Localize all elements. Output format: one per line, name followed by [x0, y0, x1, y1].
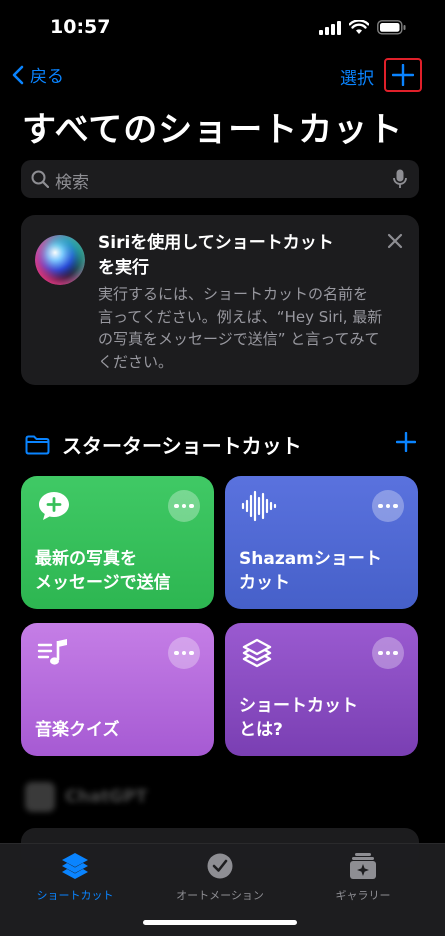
home-indicator[interactable] [143, 920, 297, 925]
music-list-icon [37, 639, 67, 665]
chevron-left-icon [12, 65, 24, 84]
shortcut-tile-send-latest-photo[interactable]: 最新の写真を メッセージで送信 [21, 476, 214, 609]
screen: 10:57 戻る 選択 すべてのショートカット 検索 Siriを使用してショート… [0, 0, 445, 936]
tile-label-line: ショートカット [239, 696, 358, 716]
tile-label-line: 最新の写真を [35, 549, 137, 569]
waveform-icon [241, 490, 277, 522]
tile-label: 最新の写真を メッセージで送信 [35, 547, 200, 595]
layers-icon [62, 853, 88, 879]
shortcut-tile-what-are-shortcuts[interactable]: ショートカット とは? [225, 623, 418, 756]
siri-tip-body: 実行するには、ショートカットの名前を 言ってください。例えば、“Hey Siri… [98, 283, 398, 373]
plus-icon [392, 64, 414, 86]
tile-label-line: メッセージで送信 [35, 573, 171, 593]
siri-tip-title: Siriを使用してショートカット を実行 [98, 231, 368, 281]
search-icon [31, 170, 49, 188]
siri-body-line: 言ってください。例えば、“Hey Siri, 最新 [98, 307, 383, 326]
tab-automation[interactable]: オートメーション [160, 852, 280, 903]
tab-gallery[interactable]: ギャラリー [303, 852, 423, 903]
siri-title-line: Siriを使用してショートカット [98, 233, 334, 253]
back-button[interactable]: 戻る [12, 62, 64, 87]
tile-label-line: 音楽クイズ [35, 720, 120, 740]
tab-label: ギャラリー [335, 889, 391, 902]
clock-check-icon [207, 853, 233, 879]
more-options-button[interactable] [168, 637, 200, 669]
page-title: すべてのショートカット [22, 110, 404, 150]
tile-label-line: カット [239, 573, 290, 593]
shortcut-tile-music-quiz[interactable]: 音楽クイズ [21, 623, 214, 756]
starter-shortcuts-header[interactable]: スターターショートカット [25, 430, 302, 459]
status-icons [319, 20, 407, 35]
more-options-button[interactable] [372, 490, 404, 522]
search-placeholder: 検索 [55, 173, 89, 193]
shortcuts-layers-icon [242, 638, 272, 668]
siri-body-line: の写真をメッセージで送信” と言ってみて [98, 330, 380, 348]
siri-orb-icon [35, 235, 85, 285]
siri-title-line: を実行 [98, 258, 149, 278]
back-label: 戻る [30, 67, 64, 87]
add-starter-plus-icon[interactable] [396, 432, 416, 452]
message-plus-icon [39, 492, 69, 520]
folder-icon [25, 435, 50, 454]
gallery-icon [350, 853, 376, 879]
add-shortcut-button[interactable] [384, 58, 422, 92]
tab-shortcuts[interactable]: ショートカット [15, 852, 135, 903]
app-icon [25, 782, 55, 812]
cellular-signal-icon [319, 20, 341, 35]
search-field[interactable]: 検索 [21, 160, 419, 198]
close-icon[interactable] [387, 233, 403, 249]
tile-label: 音楽クイズ [35, 718, 200, 742]
tile-label-line: Shazamショート [239, 549, 382, 569]
siri-tip-card: Siriを使用してショートカット を実行 実行するには、ショートカットの名前を … [21, 215, 419, 385]
battery-icon [377, 20, 406, 35]
status-bar: 10:57 [0, 14, 445, 44]
blurred-folder-row[interactable]: ChatGPT [25, 782, 147, 812]
tile-label-line: とは? [239, 720, 283, 740]
tile-label: Shazamショート カット [239, 547, 404, 595]
shortcut-tile-shazam[interactable]: Shazamショート カット [225, 476, 418, 609]
siri-body-line: 実行するには、ショートカットの名前を [98, 285, 369, 303]
wifi-icon [349, 20, 369, 34]
microphone-icon[interactable] [393, 169, 407, 190]
tile-label: ショートカット とは? [239, 694, 404, 742]
more-options-button[interactable] [372, 637, 404, 669]
starter-shortcuts-title: スターターショートカット [62, 434, 302, 458]
tab-label: ショートカット [36, 889, 114, 902]
status-time: 10:57 [50, 16, 111, 38]
tab-label: オートメーション [176, 889, 264, 902]
select-button[interactable]: 選択 [340, 64, 374, 89]
siri-body-line: ください。 [98, 352, 174, 371]
more-options-button[interactable] [168, 490, 200, 522]
blurred-folder-label: ChatGPT [65, 787, 148, 807]
